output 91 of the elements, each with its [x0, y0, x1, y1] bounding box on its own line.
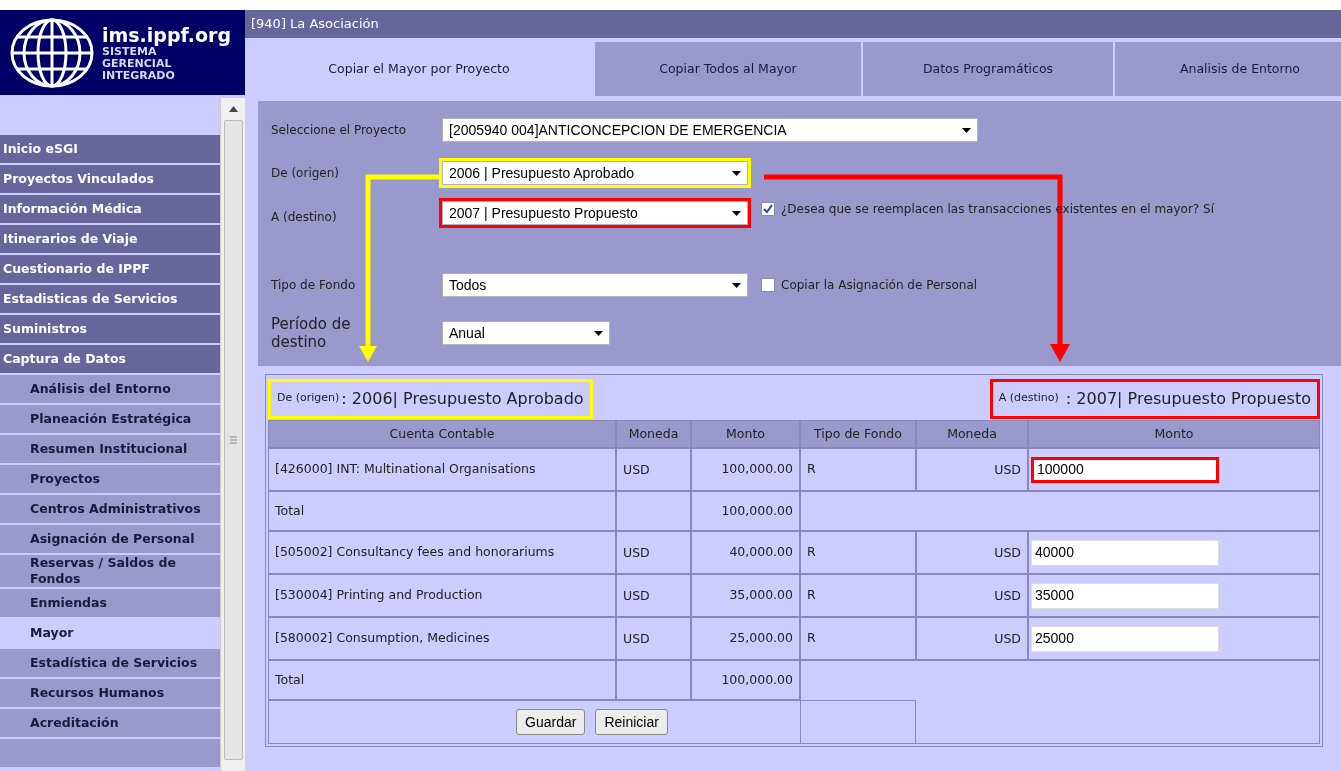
destination-value: : 2007| Presupuesto Propuesto [1064, 387, 1311, 410]
sidebar-item[interactable]: Análisis del Entorno [0, 375, 220, 403]
checkbox[interactable] [761, 202, 775, 216]
sidebar-item[interactable]: Suministros [0, 315, 220, 343]
checkbox[interactable] [761, 277, 775, 292]
dropdown[interactable]: Anual [442, 321, 610, 345]
table-cell: Total [268, 491, 616, 531]
table-cell: 40,000.00 [691, 531, 800, 574]
table-cell: USD [916, 531, 1028, 574]
column-header: Cuenta Contable [268, 420, 616, 448]
sidebar-item[interactable]: Centros Administrativos [0, 495, 220, 523]
sidebar-item[interactable]: Estadisticas de Servicios [0, 285, 220, 313]
sidebar-item[interactable]: Inicio eSGI [0, 135, 220, 163]
field-label: Tipo de Fondo [271, 277, 357, 294]
table-cell: 35,000.00 [691, 574, 800, 617]
table-cell: USD [616, 617, 691, 660]
table-cell: USD [616, 531, 691, 574]
dropdown-caret-icon [594, 330, 603, 336]
sidebar-item[interactable]: Acreditación [0, 709, 220, 737]
sidebar-item[interactable]: Estadística de Servicios [0, 649, 220, 677]
form-button[interactable]: Guardar [516, 709, 586, 735]
sidebar-item[interactable]: Reservas / Saldos de Fondos [0, 555, 220, 587]
table-cell: 25,000.00 [691, 617, 800, 660]
field-label: Período de destino [271, 315, 352, 351]
form-button[interactable]: Reiniciar [595, 709, 668, 735]
tab[interactable]: Copiar Todos al Mayor [593, 42, 861, 96]
table-cell: 100,000.00 [691, 491, 800, 531]
amount-field[interactable]: 25000 [1031, 625, 1219, 652]
globe-icon [8, 16, 96, 89]
dropdown[interactable]: [2005940 004]ANTICONCEPCION DE EMERGENCIA [442, 118, 978, 142]
sidebar-item[interactable]: Cuestionario de IPPF [0, 255, 220, 283]
sidebar-item[interactable]: Recursos Humanos [0, 679, 220, 707]
table-cell: R [800, 448, 916, 491]
table-cell: USD [916, 617, 1028, 660]
amount-field[interactable]: 40000 [1031, 539, 1219, 566]
logo-subtitle: GERENCIAL [102, 57, 173, 70]
dropdown-caret-icon [732, 170, 741, 176]
dropdown-caret-icon [732, 282, 741, 288]
dropdown[interactable]: 2006 | Presupuesto Aprobado [442, 161, 748, 185]
amount-field[interactable]: 100000 [1031, 456, 1219, 483]
sidebar-item[interactable]: Resumen Institucional [0, 435, 220, 463]
table-cell: USD [616, 574, 691, 617]
amount-field[interactable]: 35000 [1031, 582, 1219, 609]
sidebar-item[interactable]: Enmiendas [0, 589, 220, 617]
table-cell: [530004] Printing and Production [268, 574, 616, 617]
origin-value: : 2006| Presupuesto Aprobado [341, 387, 584, 410]
table-cell: 100,000.00 [691, 660, 800, 700]
scroll-up-icon[interactable] [228, 106, 238, 112]
sidebar-item[interactable]: Asignación de Personal [0, 525, 220, 553]
scrollbar[interactable] [220, 98, 245, 771]
table-cell: [426000] INT: Multinational Organisations [268, 448, 616, 491]
table-cell: R [800, 531, 916, 574]
origin-label: De (origen) [277, 390, 340, 407]
logo-subtitle: SISTEMA [102, 45, 157, 58]
field-label: De (origen) [271, 165, 340, 182]
column-header: Moneda [916, 420, 1028, 448]
checkmark-icon [763, 204, 773, 214]
field-label: A (destino) [271, 209, 338, 226]
destination-label: A (destino) [998, 390, 1059, 407]
column-header: Monto [1028, 420, 1320, 448]
table-cell: [580002] Consumption, Medicines [268, 617, 616, 660]
grip-icon [229, 436, 237, 444]
sidebar-item[interactable]: Información Médica [0, 195, 220, 223]
tab[interactable]: Datos Programáticos [861, 42, 1113, 96]
org-title: [940] La Asociación [251, 15, 379, 34]
table-cell: USD [616, 448, 691, 491]
dropdown[interactable]: 2007 | Presupuesto Propuesto [442, 201, 748, 225]
table-cell: USD [916, 448, 1028, 491]
sidebar-item[interactable]: Proyectos Vinculados [0, 165, 220, 193]
sidebar-item[interactable]: Itinerarios de Viaje [0, 225, 220, 253]
field-label: Seleccione el Proyecto [271, 122, 408, 139]
checkbox-label: Copiar la Asignación de Personal [781, 276, 978, 294]
scroll-thumb[interactable] [223, 120, 243, 760]
sidebar-item[interactable]: Planeación Estratégica [0, 405, 220, 433]
sidebar-item[interactable]: Proyectos [0, 465, 220, 493]
column-header: Moneda [616, 420, 691, 448]
table-cell: [505002] Consultancy fees and honorariums [268, 531, 616, 574]
dropdown-caret-icon [732, 210, 741, 216]
table-cell: R [800, 574, 916, 617]
table-cell: 100,000.00 [691, 448, 800, 491]
dropdown[interactable]: Todos [442, 273, 748, 297]
column-header: Monto [691, 420, 800, 448]
column-header: Tipo de Fondo [800, 420, 916, 448]
logo-subtitle: INTEGRADO [102, 69, 176, 82]
logo-title: ims.ippf.org [102, 23, 232, 46]
table-cell: Total [268, 660, 616, 700]
dropdown-caret-icon [962, 127, 971, 133]
tab[interactable]: Analisis de Entorno [1113, 42, 1341, 96]
sidebar-item[interactable]: Captura de Datos [0, 345, 220, 373]
table-cell: USD [916, 574, 1028, 617]
table-cell: R [800, 617, 916, 660]
